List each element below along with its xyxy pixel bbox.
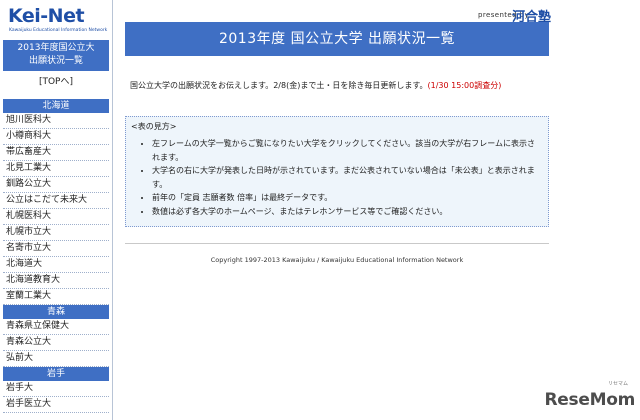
logo-text: Kei-Net (8, 5, 85, 27)
divider (125, 243, 549, 244)
frame-title-line1: 2013年度国公立大 (17, 43, 95, 53)
university-link[interactable]: 青森公立大 (3, 335, 109, 351)
howto-item: 前年の「定員 志願者数 倍率」は最終データです。 (152, 191, 542, 205)
region-header: 岩手 (3, 367, 109, 381)
howto-title: <表の見方> (131, 122, 177, 131)
howto-item: 左フレームの大学一覧からご覧になりたい大学をクリックしてください。該当の大学が右… (152, 137, 542, 164)
kei-net-logo[interactable]: Kei-Net Kawaijuku Educational Informatio… (0, 0, 112, 40)
university-link[interactable]: 弘前大 (3, 351, 109, 367)
copyright: Copyright 1997-2013 Kawaijuku / Kawaijuk… (210, 256, 464, 264)
university-link[interactable]: 札幌医科大 (3, 209, 109, 225)
left-frame: Kei-Net Kawaijuku Educational Informatio… (0, 0, 113, 420)
frame-title-line2: 出願状況一覧 (28, 56, 83, 66)
university-link[interactable]: 岩手大 (3, 381, 109, 397)
watermark-subtext: リセマム (607, 381, 628, 387)
logo-tagline: Kawaijuku Educational Information Networ… (9, 28, 108, 33)
frame-title: 2013年度国公立大 出願状況一覧 (3, 40, 109, 71)
university-link[interactable]: 釧路公立大 (3, 177, 109, 193)
top-link[interactable]: [TOPへ] (0, 74, 112, 87)
university-link[interactable]: 名寄市立大 (3, 241, 109, 257)
page-title: 2013年度 国公立大学 出願状況一覧 (125, 22, 549, 56)
university-link[interactable]: 公立はこだて未来大 (3, 193, 109, 209)
howto-item: 大学名の右に大学が発表した日時が示されています。まだ公表されていない場合は「未公… (152, 164, 542, 191)
university-link[interactable]: 岩手医立大 (3, 397, 109, 413)
intro-text: 国公立大学の出願状況をお伝えします。2/8(金)まで土・日を除き毎日更新します。… (130, 80, 501, 91)
university-link[interactable]: 北海道大 (3, 257, 109, 273)
university-link[interactable]: 青森県立保健大 (3, 319, 109, 335)
university-link[interactable]: 札幌市立大 (3, 225, 109, 241)
university-link[interactable]: 室蘭工業大 (3, 289, 109, 305)
university-link[interactable]: 北海道教育大 (3, 273, 109, 289)
university-link[interactable]: 北見工業大 (3, 161, 109, 177)
university-list: 北海道 旭川医科大 小樽商科大 帯広畜産大 北見工業大 釧路公立大 公立はこだて未来大 札幌医… (0, 99, 112, 413)
howto-list: 左フレームの大学一覧からご覧になりたい大学をクリックしてください。該当の大学が右… (138, 137, 542, 218)
region-header: 北海道 (3, 99, 109, 113)
university-link[interactable]: 旭川医科大 (3, 113, 109, 129)
intro-message: 国公立大学の出願状況をお伝えします。2/8(金)まで土・日を除き毎日更新します。 (130, 81, 428, 90)
university-link[interactable]: 小樽商科大 (3, 129, 109, 145)
region-header: 青森 (3, 305, 109, 319)
resemom-watermark: ReseMom (544, 390, 636, 410)
university-link[interactable]: 帯広畜産大 (3, 145, 109, 161)
howto-item: 数値は必ず各大学のホームページ、またはテレホンサービス等でご確認ください。 (152, 205, 542, 219)
main-frame: presented by 河合塾 2013年度 国公立大学 出願状況一覧 国公立… (113, 0, 640, 420)
update-timestamp: (1/30 15:00調査分) (427, 81, 502, 90)
howto-box: <表の見方> 左フレームの大学一覧からご覧になりたい大学をクリックしてください。… (125, 116, 549, 227)
